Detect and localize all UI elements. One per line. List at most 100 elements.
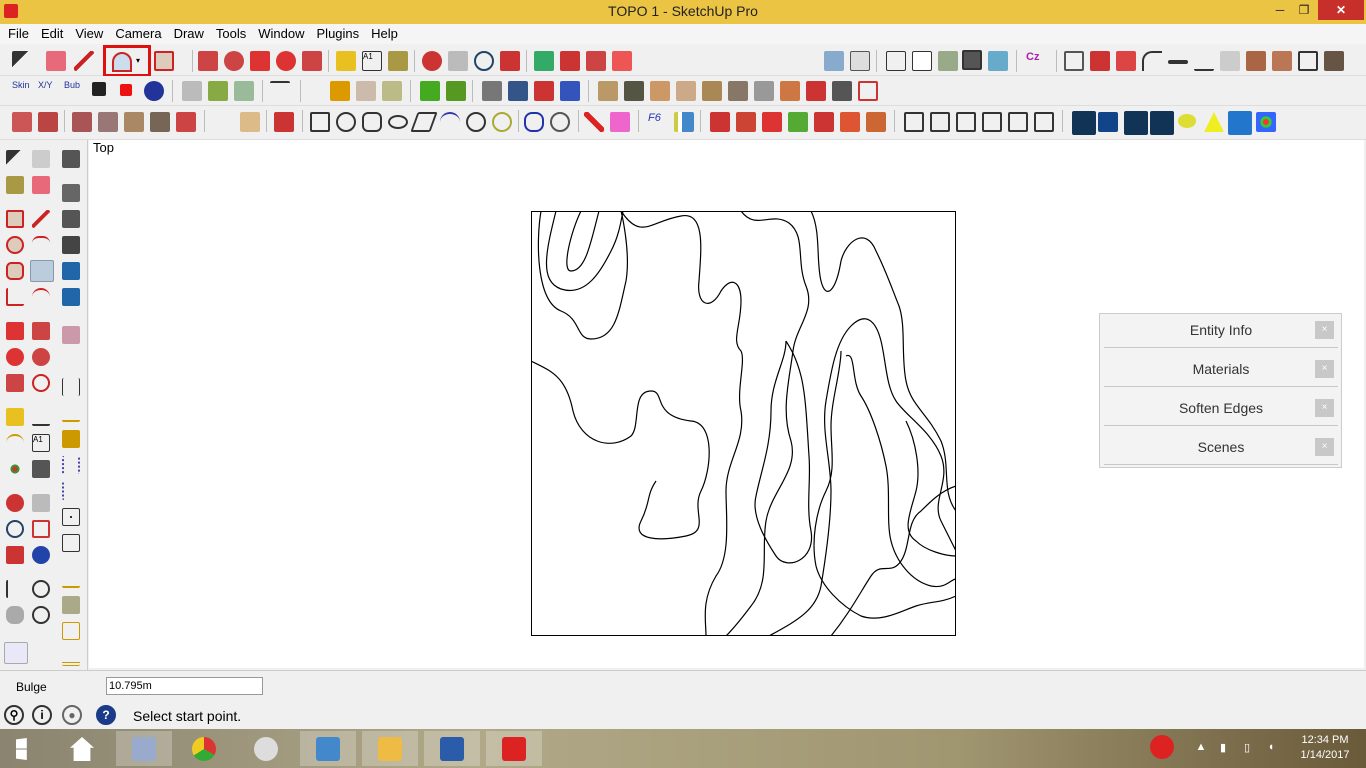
plugin-stairs-icon[interactable] — [1272, 51, 1292, 71]
zoom-tool-icon[interactable] — [474, 51, 494, 71]
plugin-roof8-icon[interactable] — [780, 81, 800, 101]
close-icon[interactable]: × — [1315, 399, 1334, 417]
axes-icon[interactable] — [6, 460, 24, 478]
plugin-yellow2-icon[interactable] — [1204, 112, 1224, 132]
plugin-roof6-icon[interactable] — [728, 81, 748, 101]
word-icon[interactable] — [424, 731, 480, 766]
solid-subtract-icon[interactable] — [508, 81, 528, 101]
credits-info-icon[interactable]: i — [32, 705, 52, 725]
plugin-f6-icon[interactable]: F6 — [648, 112, 668, 132]
plugin-arrows-icon[interactable] — [1116, 51, 1136, 71]
house2-icon[interactable] — [930, 112, 950, 132]
followme-icon[interactable] — [32, 348, 50, 366]
scale-tool-icon[interactable] — [302, 51, 322, 71]
battery-icon[interactable]: ▯ — [1240, 741, 1254, 755]
sidebar-tool-15-icon[interactable] — [62, 570, 80, 588]
hidden-line-style-icon[interactable] — [938, 51, 958, 71]
plugin-tree1-icon[interactable] — [710, 112, 730, 132]
shape-square-icon[interactable] — [310, 112, 330, 132]
make-component-icon[interactable] — [32, 150, 50, 168]
arc-active-icon[interactable] — [30, 260, 54, 282]
polygon-icon[interactable] — [6, 262, 24, 280]
stop-icon[interactable] — [120, 84, 132, 96]
rectangle-tool-icon[interactable] — [154, 51, 174, 71]
warehouse-icon[interactable] — [534, 51, 554, 71]
move-icon[interactable] — [6, 322, 24, 340]
shape-hexagon-icon[interactable] — [362, 112, 382, 132]
plugin-tree4-icon[interactable] — [788, 112, 808, 132]
3d-text-icon[interactable] — [32, 460, 50, 478]
xray-style-icon[interactable] — [886, 51, 906, 71]
sketchup-icon[interactable] — [486, 731, 542, 766]
select-tool-icon[interactable] — [12, 51, 32, 71]
plugin-cube2-icon[interactable] — [356, 81, 376, 101]
send-to-layout-icon[interactable] — [612, 51, 632, 71]
skin-tool-icon[interactable]: Skin — [12, 80, 32, 100]
sidebar-tool-8-icon[interactable] — [62, 378, 80, 396]
taskbar-clock[interactable]: 12:34 PM 1/14/2017 — [1290, 733, 1360, 763]
plugin-hand-icon[interactable] — [1220, 51, 1240, 71]
offset-icon[interactable] — [32, 374, 50, 392]
rotate-tool-icon[interactable] — [276, 51, 296, 71]
shape-arc-icon[interactable] — [440, 112, 460, 132]
menu-edit[interactable]: Edit — [35, 24, 69, 43]
sidebar-tool-10-icon[interactable] — [62, 430, 80, 448]
section-plane-icon[interactable] — [32, 606, 50, 624]
network-icon[interactable]: ▮ — [1216, 741, 1230, 755]
plugin-r3f-icon[interactable] — [150, 112, 170, 132]
photos-icon[interactable] — [300, 731, 356, 766]
plugin-roof2-icon[interactable] — [624, 81, 644, 101]
menu-tools[interactable]: Tools — [210, 24, 252, 43]
shape-ellipse-icon[interactable] — [388, 115, 408, 129]
plugin-blue2-icon[interactable] — [1098, 112, 1118, 132]
plugin-tree3-icon[interactable] — [762, 112, 782, 132]
plugin-r3c-icon[interactable] — [72, 112, 92, 132]
iso-view-icon[interactable] — [824, 51, 844, 71]
plugin-r3i-icon[interactable] — [274, 112, 294, 132]
plugin-r3h-icon[interactable] — [240, 112, 260, 132]
plugin-angle-icon[interactable] — [1194, 51, 1214, 71]
menu-plugins[interactable]: Plugins — [311, 24, 366, 43]
house3-icon[interactable] — [956, 112, 976, 132]
plugin-roof3-icon[interactable] — [650, 81, 670, 101]
plugin-wave-icon[interactable] — [270, 81, 290, 101]
plugin-roof11-icon[interactable] — [858, 81, 878, 101]
top-view-icon[interactable] — [850, 51, 870, 71]
tray-materials[interactable]: Materials × — [1104, 353, 1338, 387]
sandbox-icon[interactable] — [4, 642, 28, 664]
sidebar-tool-9-icon[interactable] — [62, 404, 80, 422]
house4-icon[interactable] — [982, 112, 1002, 132]
plugin-wood-icon[interactable] — [1246, 51, 1266, 71]
plugin-drop-icon[interactable] — [1090, 51, 1110, 71]
windows-start-icon[interactable] — [0, 731, 56, 766]
tray-soften-edges[interactable]: Soften Edges × — [1104, 392, 1338, 426]
plugin-r3g-icon[interactable] — [176, 112, 196, 132]
dimension-icon[interactable] — [32, 408, 50, 426]
topo-contour-drawing[interactable] — [531, 211, 956, 636]
volume-icon[interactable]: ◖ — [1264, 741, 1278, 755]
scale-icon[interactable] — [6, 374, 24, 392]
plugin-r3e-icon[interactable] — [124, 112, 144, 132]
move-tool-icon[interactable] — [250, 51, 270, 71]
house1-icon[interactable] — [904, 112, 924, 132]
plugin-node-icon[interactable] — [208, 81, 228, 101]
close-icon[interactable]: × — [1315, 321, 1334, 339]
plugin-cz-icon[interactable]: Cz — [1026, 51, 1046, 71]
zoom-extents-icon[interactable] — [6, 546, 24, 564]
shaded-texture-style-icon[interactable] — [988, 51, 1008, 71]
plugin-r3a-icon[interactable] — [12, 112, 32, 132]
pan-icon[interactable] — [32, 494, 50, 512]
plugin-roof10-icon[interactable] — [832, 81, 852, 101]
plugin-cube1-icon[interactable] — [330, 81, 350, 101]
plugin-r3d-icon[interactable] — [98, 112, 118, 132]
position-camera-icon[interactable] — [6, 580, 24, 598]
pencil-tool-icon[interactable] — [74, 51, 94, 71]
plugin-colors-icon[interactable] — [1256, 112, 1276, 132]
plugin-box-icon[interactable] — [1324, 51, 1344, 71]
xy-tool-icon[interactable]: X/Y — [38, 80, 58, 100]
freehand-icon[interactable] — [32, 236, 50, 254]
sidebar-tool-17-icon[interactable] — [62, 622, 80, 640]
solid-intersect-icon[interactable] — [534, 81, 554, 101]
pan-tool-icon[interactable] — [448, 51, 468, 71]
plugin-yellow1-icon[interactable] — [1178, 114, 1196, 128]
